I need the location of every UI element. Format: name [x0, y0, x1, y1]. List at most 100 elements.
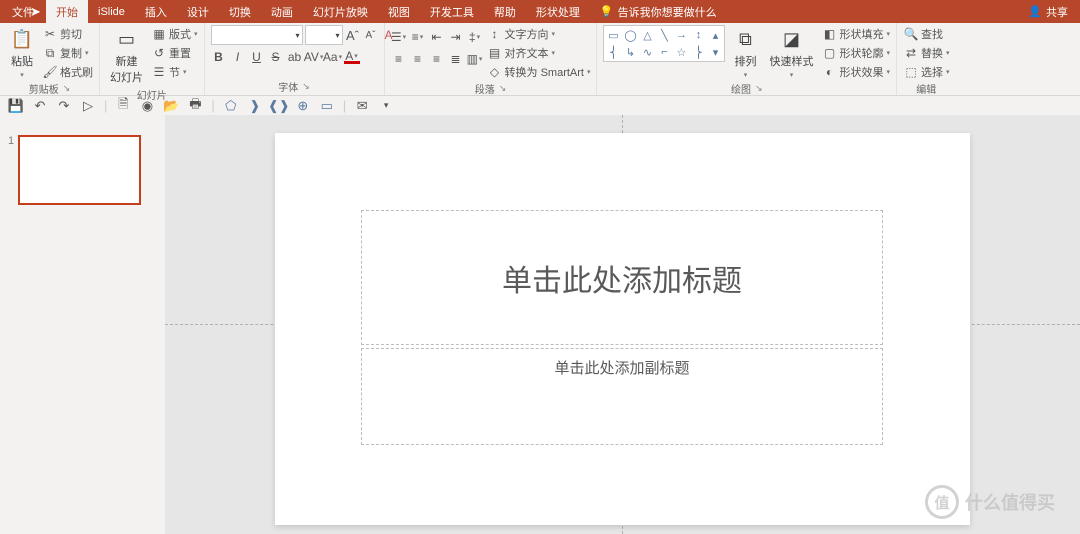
- strikethrough-icon[interactable]: S: [268, 49, 284, 65]
- touch-mode-icon[interactable]: ◉: [139, 98, 155, 114]
- text-direction-button[interactable]: ↕ 文字方向: [487, 25, 591, 43]
- updown-arrow-icon[interactable]: ↕: [691, 28, 705, 42]
- tab-islide[interactable]: iSlide: [88, 0, 135, 23]
- tab-developer[interactable]: 开发工具: [420, 0, 484, 23]
- rounded-rect-icon[interactable]: ▭: [319, 98, 335, 114]
- select-button[interactable]: ⬚ 选择: [903, 63, 950, 81]
- increase-indent-icon[interactable]: ⇥: [448, 29, 464, 45]
- thumbnail-pane[interactable]: 1: [0, 115, 165, 534]
- undo-icon[interactable]: ↶: [32, 98, 48, 114]
- oval-shape-icon[interactable]: ◯: [623, 28, 637, 42]
- quick-styles-button[interactable]: ◪ 快速样式 ▾: [765, 25, 817, 81]
- paste-button[interactable]: 📋 粘贴 ▾: [6, 25, 38, 81]
- smartart-button[interactable]: ◇ 转换为 SmartArt: [487, 63, 591, 81]
- drawing-launcher-icon[interactable]: ↘: [755, 83, 763, 94]
- slide[interactable]: 单击此处添加标题 单击此处添加副标题: [275, 133, 970, 525]
- add-shape-icon[interactable]: ⊕: [295, 98, 311, 114]
- align-center-icon[interactable]: ≡: [410, 51, 426, 67]
- open-file-icon[interactable]: 📂: [163, 98, 179, 114]
- font-launcher-icon[interactable]: ↘: [302, 81, 310, 92]
- reset-button[interactable]: ↺ 重置: [151, 44, 198, 62]
- bold-icon[interactable]: B: [211, 49, 227, 65]
- new-slide-button[interactable]: ▭ 新建 幻灯片: [106, 25, 147, 87]
- new-file-icon[interactable]: 🗎: [115, 98, 131, 114]
- shape-gallery[interactable]: ▭ ◯ △ ╲ → ↕ ▴ ⎨ ↳ ∿ ⌐ ☆ ⎬ ▾: [603, 25, 725, 62]
- numbering-icon[interactable]: ≡: [410, 29, 426, 45]
- gallery-more-icon[interactable]: ▾: [708, 45, 722, 59]
- clipboard-launcher-icon[interactable]: ↘: [63, 83, 71, 94]
- copy-button[interactable]: ⧉ 复制: [42, 44, 93, 62]
- tab-shape-processing[interactable]: 形状处理: [526, 0, 590, 23]
- tab-insert[interactable]: 插入: [135, 0, 177, 23]
- decrease-indent-icon[interactable]: ⇤: [429, 29, 445, 45]
- title-placeholder[interactable]: 单击此处添加标题: [361, 210, 883, 345]
- font-color-icon[interactable]: A: [344, 50, 360, 64]
- lightbulb-icon: 💡: [600, 5, 614, 18]
- char-spacing-icon[interactable]: AV: [306, 49, 322, 65]
- font-group-label: 字体: [278, 79, 298, 94]
- cut-button[interactable]: ✂ 剪切: [42, 25, 93, 43]
- tab-home[interactable]: 开始: [46, 0, 88, 23]
- gallery-up-icon[interactable]: ▴: [708, 28, 722, 42]
- bullets-icon[interactable]: ☰: [391, 29, 407, 45]
- rbrace-shape-icon[interactable]: ⎬: [691, 45, 705, 59]
- font-name-select[interactable]: ▾: [211, 25, 303, 45]
- shape-effects-button[interactable]: ◐ 形状效果: [821, 63, 890, 81]
- line-shape-icon[interactable]: ╲: [657, 28, 671, 42]
- italic-icon[interactable]: I: [230, 49, 246, 65]
- text-direction-icon: ↕: [487, 26, 503, 42]
- align-text-button[interactable]: ▤ 对齐文本: [487, 44, 591, 62]
- tab-design[interactable]: 设计: [177, 0, 219, 23]
- lbrace-shape-icon[interactable]: ⎨: [606, 45, 620, 59]
- increase-font-icon[interactable]: Aˆ: [345, 27, 361, 43]
- rect-shape-icon[interactable]: ▭: [606, 28, 620, 42]
- triangle-shape-icon[interactable]: △: [640, 28, 654, 42]
- format-painter-button[interactable]: 🖌 格式刷: [42, 63, 93, 81]
- underline-icon[interactable]: U: [249, 49, 265, 65]
- arrow-shape-icon[interactable]: →: [674, 28, 688, 42]
- tab-animations[interactable]: 动画: [261, 0, 303, 23]
- start-from-beginning-icon[interactable]: ▷: [80, 98, 96, 114]
- font-size-select[interactable]: ▾: [305, 25, 343, 45]
- columns-icon[interactable]: ▥: [467, 51, 483, 67]
- subtitle-placeholder[interactable]: 单击此处添加副标题: [361, 348, 883, 445]
- shape-fill-button[interactable]: ◧ 形状填充: [821, 25, 890, 43]
- align-right-icon[interactable]: ≡: [429, 51, 445, 67]
- connector-shape-icon[interactable]: ↳: [623, 45, 637, 59]
- find-button[interactable]: 🔍 查找: [903, 25, 950, 43]
- pentagon-icon[interactable]: ⬠: [223, 98, 239, 114]
- layout-button[interactable]: ▦ 版式: [151, 25, 198, 43]
- tab-view[interactable]: 视图: [378, 0, 420, 23]
- quick-print-icon[interactable]: 🖶: [187, 98, 203, 114]
- shape-outline-button[interactable]: ▢ 形状轮廓: [821, 44, 890, 62]
- tab-transitions[interactable]: 切换: [219, 0, 261, 23]
- tab-file[interactable]: 文件: [0, 0, 46, 23]
- email-icon[interactable]: ✉: [354, 98, 370, 114]
- customize-qat-icon[interactable]: ▾: [378, 98, 394, 114]
- align-left-icon[interactable]: ≡: [391, 51, 407, 67]
- tab-help[interactable]: 帮助: [484, 0, 526, 23]
- double-brace-icon[interactable]: ❰❱: [271, 98, 287, 114]
- tab-slideshow[interactable]: 幻灯片放映: [303, 0, 378, 23]
- right-brace-icon[interactable]: ❱: [247, 98, 263, 114]
- slide-canvas[interactable]: 单击此处添加标题 单击此处添加副标题: [165, 115, 1080, 534]
- line-spacing-icon[interactable]: ‡: [467, 29, 483, 45]
- justify-icon[interactable]: ≣: [448, 51, 464, 67]
- save-icon[interactable]: 💾: [8, 98, 24, 114]
- replace-button[interactable]: ⇄ 替换: [903, 44, 950, 62]
- title-placeholder-text: 单击此处添加标题: [502, 256, 742, 300]
- paragraph-launcher-icon[interactable]: ↘: [499, 83, 507, 94]
- redo-icon[interactable]: ↷: [56, 98, 72, 114]
- tell-me-search[interactable]: 💡 告诉我你想要做什么: [600, 4, 717, 20]
- star-shape-icon[interactable]: ☆: [674, 45, 688, 59]
- arrange-button[interactable]: ⧉ 排列 ▾: [729, 25, 761, 81]
- slide-thumbnail-1[interactable]: [18, 135, 141, 205]
- section-button[interactable]: ☰ 节: [151, 63, 198, 81]
- curve-shape-icon[interactable]: ∿: [640, 45, 654, 59]
- share-button[interactable]: 👤 共享: [1016, 4, 1080, 20]
- decrease-font-icon[interactable]: Aˇ: [363, 27, 379, 43]
- text-shadow-icon[interactable]: ab: [287, 49, 303, 65]
- elbow-shape-icon[interactable]: ⌐: [657, 45, 671, 59]
- drawing-group-label: 绘图: [731, 81, 751, 96]
- change-case-icon[interactable]: Aa: [325, 49, 341, 65]
